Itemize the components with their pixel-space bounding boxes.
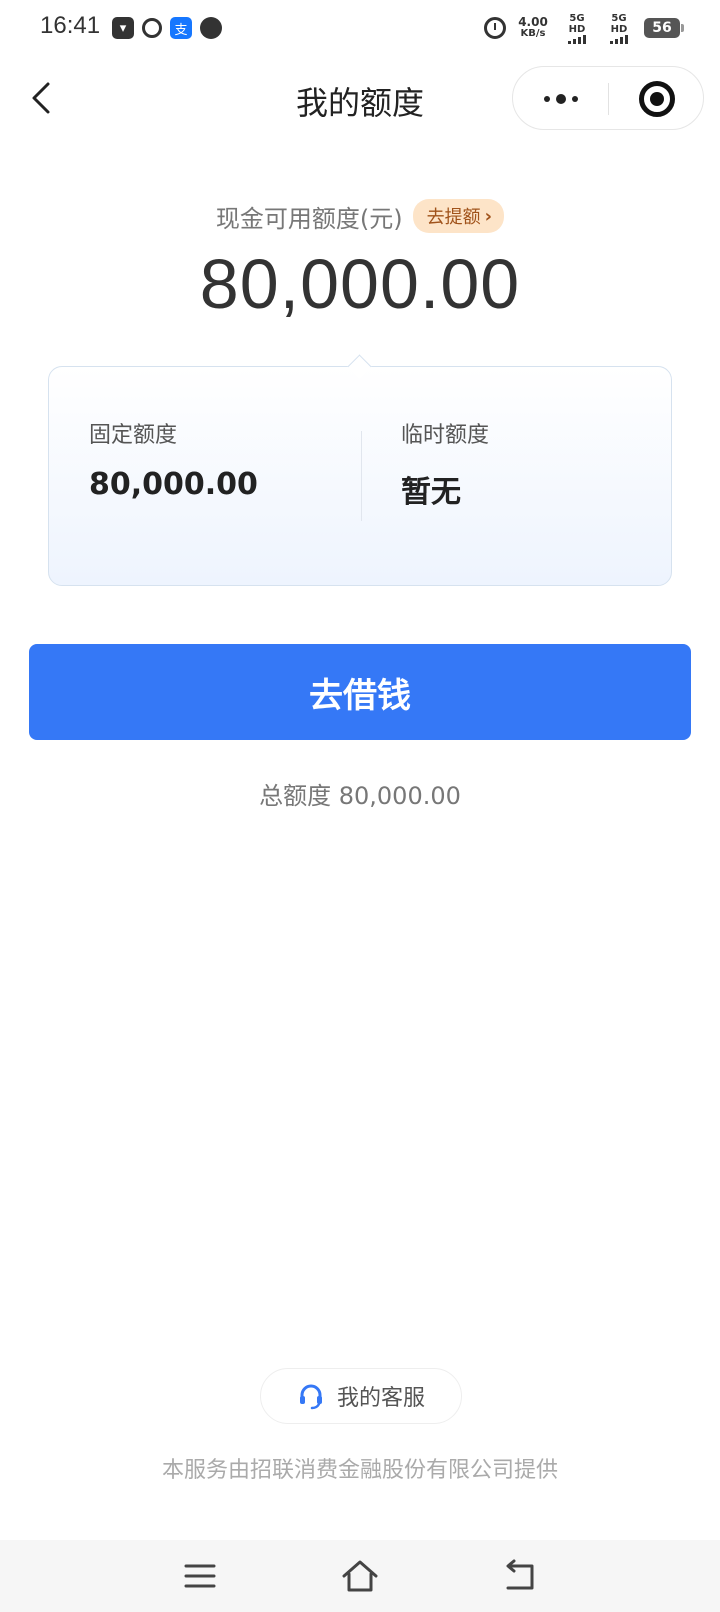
fixed-quota-value: 80,000.00 [89,467,258,502]
status-right: 4.00 KB/s 5G HD 5G HD 56 [484,13,684,44]
speed-unit: KB/s [520,28,546,39]
temp-quota-value: 暂无 [401,475,461,510]
close-target-icon[interactable] [639,81,675,117]
bilibili-ring-icon [142,18,162,38]
signal-bars-icon [560,34,594,44]
net-label-2: 5G HD [610,12,628,35]
alarm-icon [484,17,506,39]
more-dot-icon [543,96,550,102]
alipay-icon: 支 [170,17,192,39]
customer-service-button[interactable]: 我的客服 [260,1368,462,1424]
signal-bars-icon [602,34,636,44]
provider-note: 本服务由招联消费金融股份有限公司提供 [161,1458,558,1483]
system-nav-bar [0,1540,720,1612]
back-nav-icon[interactable] [500,1558,540,1594]
raise-limit-button[interactable]: 去提额 › [412,199,505,233]
chat-bubble-icon [200,17,222,39]
speed-value: 4.00 [518,15,548,29]
headset-icon [299,1384,322,1410]
nav-bar: 我的额度 [0,64,720,134]
menu-icon[interactable] [180,1558,220,1594]
raise-limit-label: 去提额 [426,207,481,228]
fixed-quota: 固定额度 80,000.00 [89,417,258,502]
total-quota: 总额度 80,000.00 [259,782,461,810]
shopping-bag-icon: ▾ [112,17,134,39]
more-menu-button[interactable] [513,67,608,131]
capsule-divider [608,83,609,115]
quota-card: 固定额度 80,000.00 临时额度 暂无 [48,366,672,586]
battery-level: 56 [652,20,672,36]
borrow-button[interactable]: 去借钱 [29,644,691,740]
battery-icon: 56 [644,18,684,38]
temp-quota: 临时额度 暂无 [401,417,489,511]
available-amount: 80,000.00 [199,245,521,323]
fixed-quota-label: 固定额度 [89,423,178,448]
home-icon[interactable] [340,1558,380,1594]
temp-quota-label: 临时额度 [401,423,490,448]
status-time: 16:41 [40,12,101,39]
customer-service-label: 我的客服 [336,1386,425,1411]
network-speed: 4.00 KB/s [514,16,552,40]
available-header: 现金可用额度(元) 去提额 › [0,196,720,236]
signal-sim2: 5G HD [602,13,636,44]
net-label-1: 5G HD [568,12,586,35]
signal-sim1: 5G HD [560,13,594,44]
notification-icons: ▾ 支 [112,16,222,40]
more-dot-icon [555,94,566,104]
chevron-right-icon: › [484,205,493,227]
more-dot-icon [571,96,578,102]
status-bar: 16:41 ▾ 支 4.00 KB/s 5G HD 5G HD 56 [0,0,720,56]
mini-program-capsule [512,66,704,130]
quota-divider [361,431,362,521]
available-label: 现金可用额度(元) [215,204,403,233]
